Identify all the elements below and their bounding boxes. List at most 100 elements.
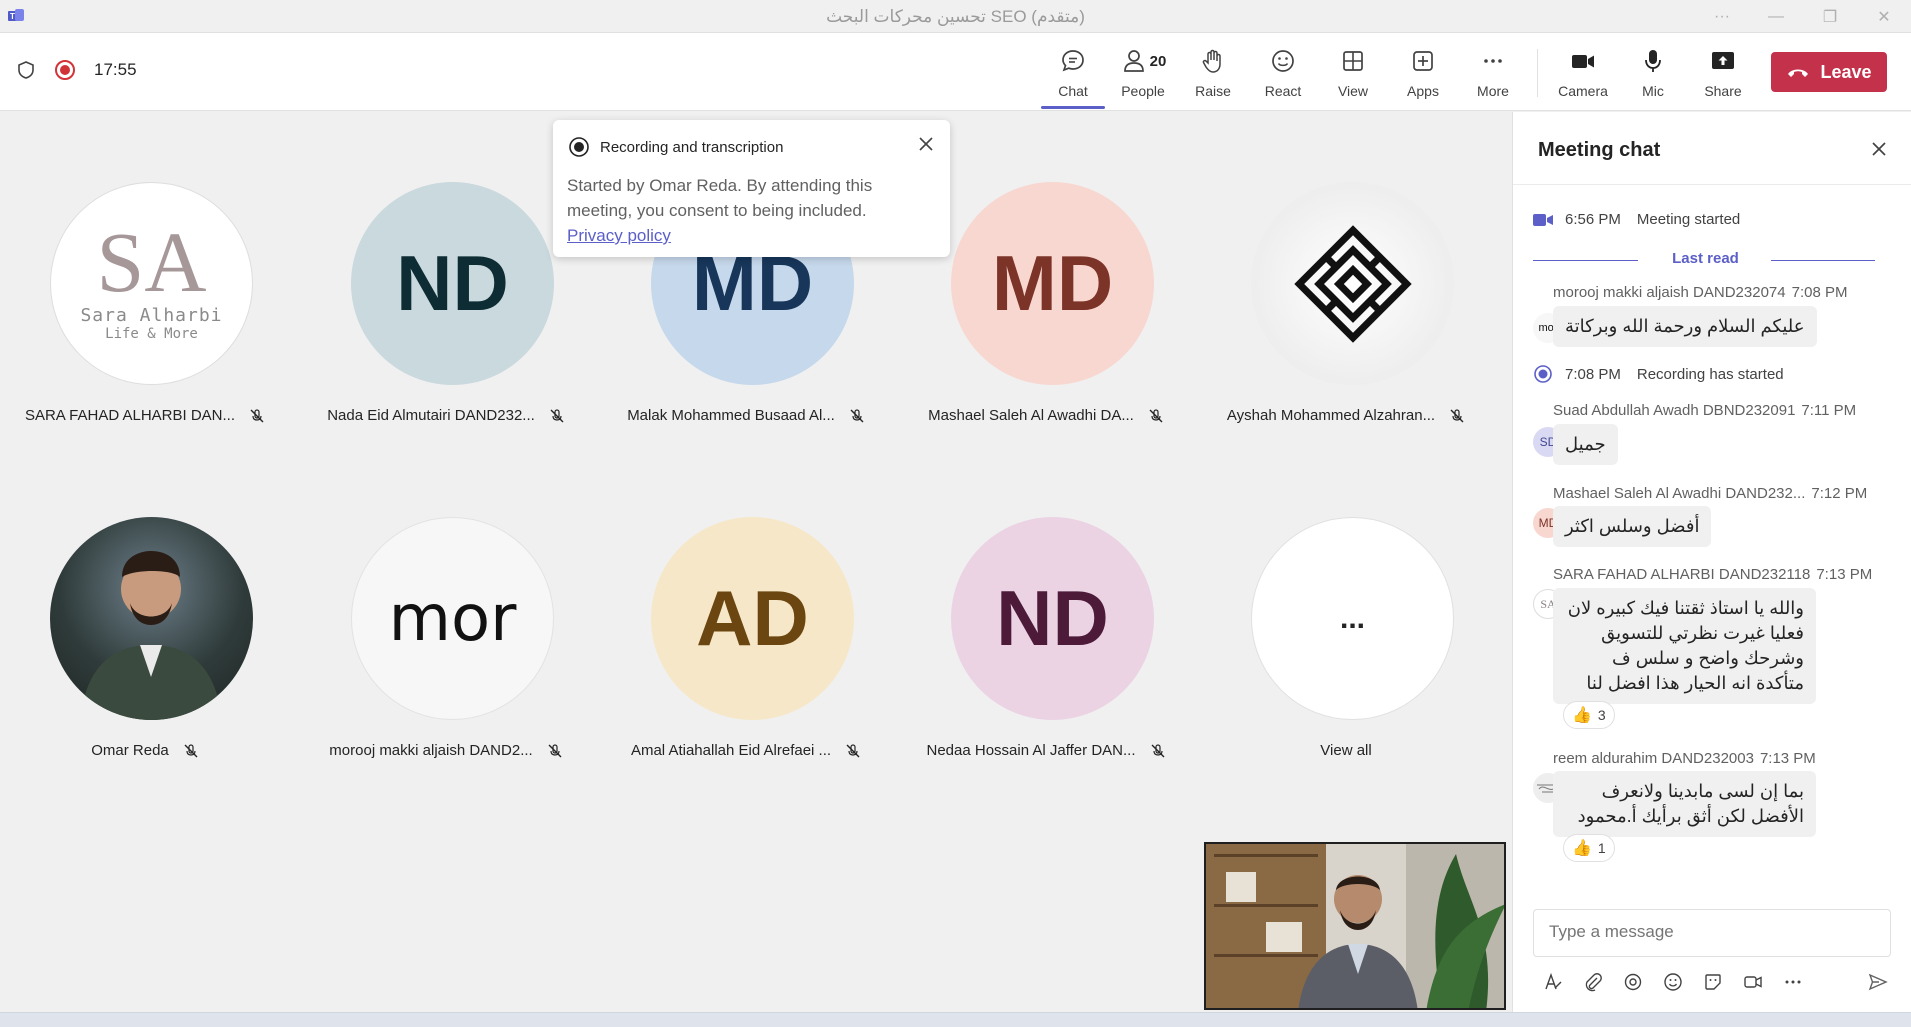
- mic-muted-icon: [1450, 408, 1464, 422]
- participant-avatar: [1251, 182, 1454, 385]
- minimize-button[interactable]: —: [1749, 0, 1803, 33]
- view-all-label: View all: [1320, 742, 1372, 759]
- participant-avatar: SA Sara Alharbi Life & More: [50, 182, 253, 385]
- attach-button[interactable]: [1573, 968, 1613, 996]
- message-bubble[interactable]: عليكم السلام ورحمة الله وبركاتة: [1553, 306, 1817, 347]
- notification-body: Started by Omar Reda. By attending this …: [567, 176, 873, 220]
- recording-icon: [1534, 365, 1552, 383]
- title-bar: T تحسين محركات البحث SEO (متقدم) ··· — ❐…: [0, 0, 1911, 33]
- sender-name: morooj makki aljaish DAND232074: [1553, 284, 1786, 301]
- participant-tile[interactable]: Ayshah Mohammed Alzahran...: [1201, 182, 1501, 442]
- add-apps-icon: [1413, 51, 1433, 71]
- window-title: تحسين محركات البحث SEO (متقدم): [826, 7, 1085, 26]
- leave-label: Leave: [1820, 61, 1872, 82]
- smiley-icon: [1272, 50, 1294, 72]
- chat-button[interactable]: Chat: [1039, 43, 1107, 109]
- message-header: Mashael Saleh Al Awadhi DAND232... 7:12 P…: [1553, 485, 1867, 502]
- kufic-logo-icon: [1293, 224, 1412, 343]
- recording-started-event: 7:08 PM Recording has started: [1533, 364, 1784, 384]
- reaction-count: 3: [1597, 707, 1606, 723]
- maximize-button[interactable]: ❐: [1803, 0, 1857, 33]
- privacy-policy-link[interactable]: Privacy policy: [567, 226, 671, 245]
- sender-name: Suad Abdullah Awadh DBND232091: [1553, 402, 1796, 419]
- camera-icon: [1572, 55, 1594, 68]
- emoji-icon: [1664, 973, 1682, 991]
- participant-avatar: AD: [651, 517, 854, 720]
- self-video-preview[interactable]: [1204, 842, 1506, 1010]
- mic-muted-icon: [1149, 408, 1163, 422]
- sticker-icon: [1705, 974, 1721, 990]
- participant-tile[interactable]: Omar Reda: [0, 517, 300, 777]
- sender-name: SARA FAHAD ALHARBI DAND232118: [1553, 566, 1811, 583]
- grid-view-icon: [1343, 51, 1363, 71]
- share-button[interactable]: Share: [1689, 43, 1757, 105]
- format-button[interactable]: [1533, 968, 1573, 996]
- participant-tile[interactable]: mor morooj makki aljaish DAND2...: [301, 517, 601, 777]
- mic-button[interactable]: Mic: [1619, 43, 1687, 105]
- send-button[interactable]: [1858, 968, 1898, 996]
- close-icon[interactable]: [1868, 138, 1890, 160]
- participant-name: Mashael Saleh Al Awadhi DA...: [928, 407, 1134, 424]
- more-options-icon[interactable]: ···: [1695, 0, 1749, 33]
- sticker-button[interactable]: [1693, 968, 1733, 996]
- participant-name: Malak Mohammed Busaad Al...: [627, 407, 835, 424]
- raise-label: Raise: [1195, 83, 1231, 99]
- reaction-pill[interactable]: 👍 1: [1563, 834, 1615, 862]
- message-input[interactable]: [1549, 922, 1869, 942]
- last-read-divider: Last read: [1533, 250, 1878, 270]
- participant-name: SARA FAHAD ALHARBI DAN...: [24, 407, 236, 424]
- event-time: 6:56 PM: [1565, 211, 1621, 228]
- event-text: Recording has started: [1636, 365, 1784, 383]
- avatar-logo-text: Sara Alharbi: [80, 305, 223, 326]
- participant-photo: [50, 517, 253, 720]
- view-button[interactable]: View: [1319, 43, 1387, 105]
- view-all-tile[interactable]: ... View all: [1201, 517, 1501, 777]
- leave-button[interactable]: Leave: [1771, 52, 1887, 92]
- event-time: 7:08 PM: [1565, 365, 1621, 383]
- people-button[interactable]: 20 People: [1109, 43, 1177, 105]
- message-time: 7:12 PM: [1811, 485, 1868, 502]
- more-button[interactable]: More: [1459, 43, 1527, 105]
- camera-button[interactable]: Camera: [1549, 43, 1617, 105]
- os-taskbar: [0, 1012, 1911, 1027]
- people-icon: [1123, 50, 1144, 72]
- event-text: Meeting started: [1636, 211, 1741, 228]
- participant-tile[interactable]: AD Amal Atiahallah Eid Alrefaei ...: [601, 517, 901, 777]
- hand-icon: [1202, 49, 1221, 73]
- message-bubble[interactable]: جميل: [1553, 424, 1618, 465]
- chat-panel-title: Meeting chat: [1538, 139, 1661, 161]
- participant-name: Omar Reda: [91, 742, 169, 759]
- hang-up-icon: [1788, 69, 1809, 77]
- loop-button[interactable]: [1613, 968, 1653, 996]
- recording-icon: [569, 137, 589, 157]
- message-bubble[interactable]: بما إن لسى مابدينا ولانعرف الأفضل لكن أث…: [1553, 771, 1816, 837]
- apps-button[interactable]: Apps: [1389, 43, 1457, 105]
- participant-tile[interactable]: SA Sara Alharbi Life & More SARA FAHAD A…: [0, 182, 300, 442]
- message-bubble[interactable]: أفضل وسلس اكثر: [1553, 506, 1712, 547]
- meeting-toolbar: 17:55 Chat 20 People Raise React View Ap…: [0, 33, 1911, 111]
- compose-box: [1533, 909, 1891, 957]
- send-icon: [1868, 973, 1888, 991]
- close-icon[interactable]: [916, 134, 936, 154]
- more-label: More: [1477, 83, 1509, 99]
- participant-name: Nedaa Hossain Al Jaffer DAN...: [926, 742, 1136, 759]
- react-label: React: [1264, 83, 1302, 99]
- participant-tile[interactable]: ND Nedaa Hossain Al Jaffer DAN...: [901, 517, 1201, 777]
- mic-muted-icon: [184, 743, 198, 757]
- shield-icon[interactable]: [16, 60, 36, 80]
- mic-muted-icon: [846, 743, 860, 757]
- chat-label: Chat: [1058, 83, 1088, 99]
- video-clip-button[interactable]: [1733, 968, 1773, 996]
- sender-name: reem aldurahim DAND232003: [1553, 750, 1754, 767]
- message-bubble[interactable]: والله يا استاذ ثقتنا فيك كبيره لان فعليا…: [1553, 588, 1816, 704]
- react-button[interactable]: React: [1249, 43, 1317, 105]
- mic-muted-icon: [850, 408, 864, 422]
- more-compose-options-button[interactable]: [1773, 968, 1813, 996]
- raise-hand-button[interactable]: Raise: [1179, 43, 1247, 105]
- emoji-button[interactable]: [1653, 968, 1693, 996]
- reaction-pill[interactable]: 👍 3: [1563, 701, 1615, 729]
- compose-toolbar: [1533, 967, 1898, 997]
- close-window-button[interactable]: ✕: [1857, 0, 1911, 33]
- message-header: reem aldurahim DAND232003 7:13 PM: [1553, 750, 1816, 767]
- view-all-avatar: ...: [1251, 517, 1454, 720]
